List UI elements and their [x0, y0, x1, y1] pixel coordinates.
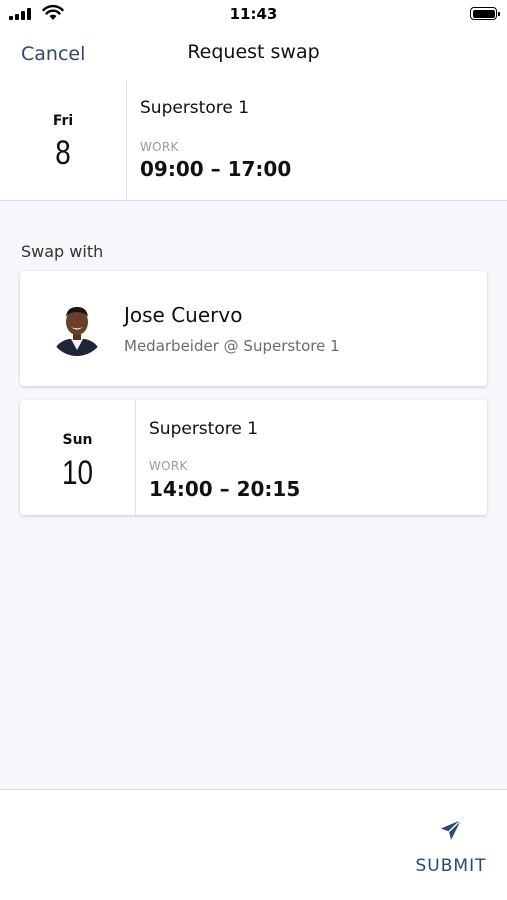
colleague-shift-card[interactable]: Sun 10 Superstore 1 WORK 14:00 – 20:15 [20, 400, 487, 515]
bottom-action-bar: SUBMIT [0, 789, 507, 900]
shift-date: Sun 10 [20, 400, 136, 515]
shift-hours: 09:00 – 17:00 [140, 157, 292, 181]
status-bar: 11:43 [0, 0, 507, 30]
battery-icon [470, 7, 500, 20]
submit-button[interactable]: SUBMIT [415, 818, 487, 878]
send-icon [441, 819, 462, 840]
own-shift-row: Fri 8 Superstore 1 WORK 09:00 – 17:00 [0, 80, 507, 201]
shift-store: Superstore 1 [149, 419, 259, 439]
shift-day-of-week: Sun [62, 432, 93, 448]
shift-date: Fri 8 [0, 80, 127, 200]
shift-day-number: 10 [61, 454, 94, 492]
shift-hours: 14:00 – 20:15 [149, 477, 301, 501]
shift-day-of-week: Fri [52, 113, 74, 129]
swap-with-label: Swap with [21, 242, 104, 261]
page-title: Request swap [187, 41, 320, 63]
shift-store: Superstore 1 [140, 98, 250, 118]
nav-bar: Cancel Request swap [0, 30, 507, 80]
shift-type: WORK [149, 459, 188, 473]
submit-label: SUBMIT [415, 856, 487, 876]
status-time: 11:43 [229, 5, 278, 23]
colleague-name: Jose Cuervo [124, 303, 243, 327]
shift-type: WORK [140, 140, 179, 154]
avatar [49, 300, 105, 356]
colleague-card[interactable]: Jose Cuervo Medarbeider @ Superstore 1 [20, 271, 487, 386]
colleague-role: Medarbeider @ Superstore 1 [124, 337, 340, 355]
shift-day-number: 8 [55, 134, 71, 172]
